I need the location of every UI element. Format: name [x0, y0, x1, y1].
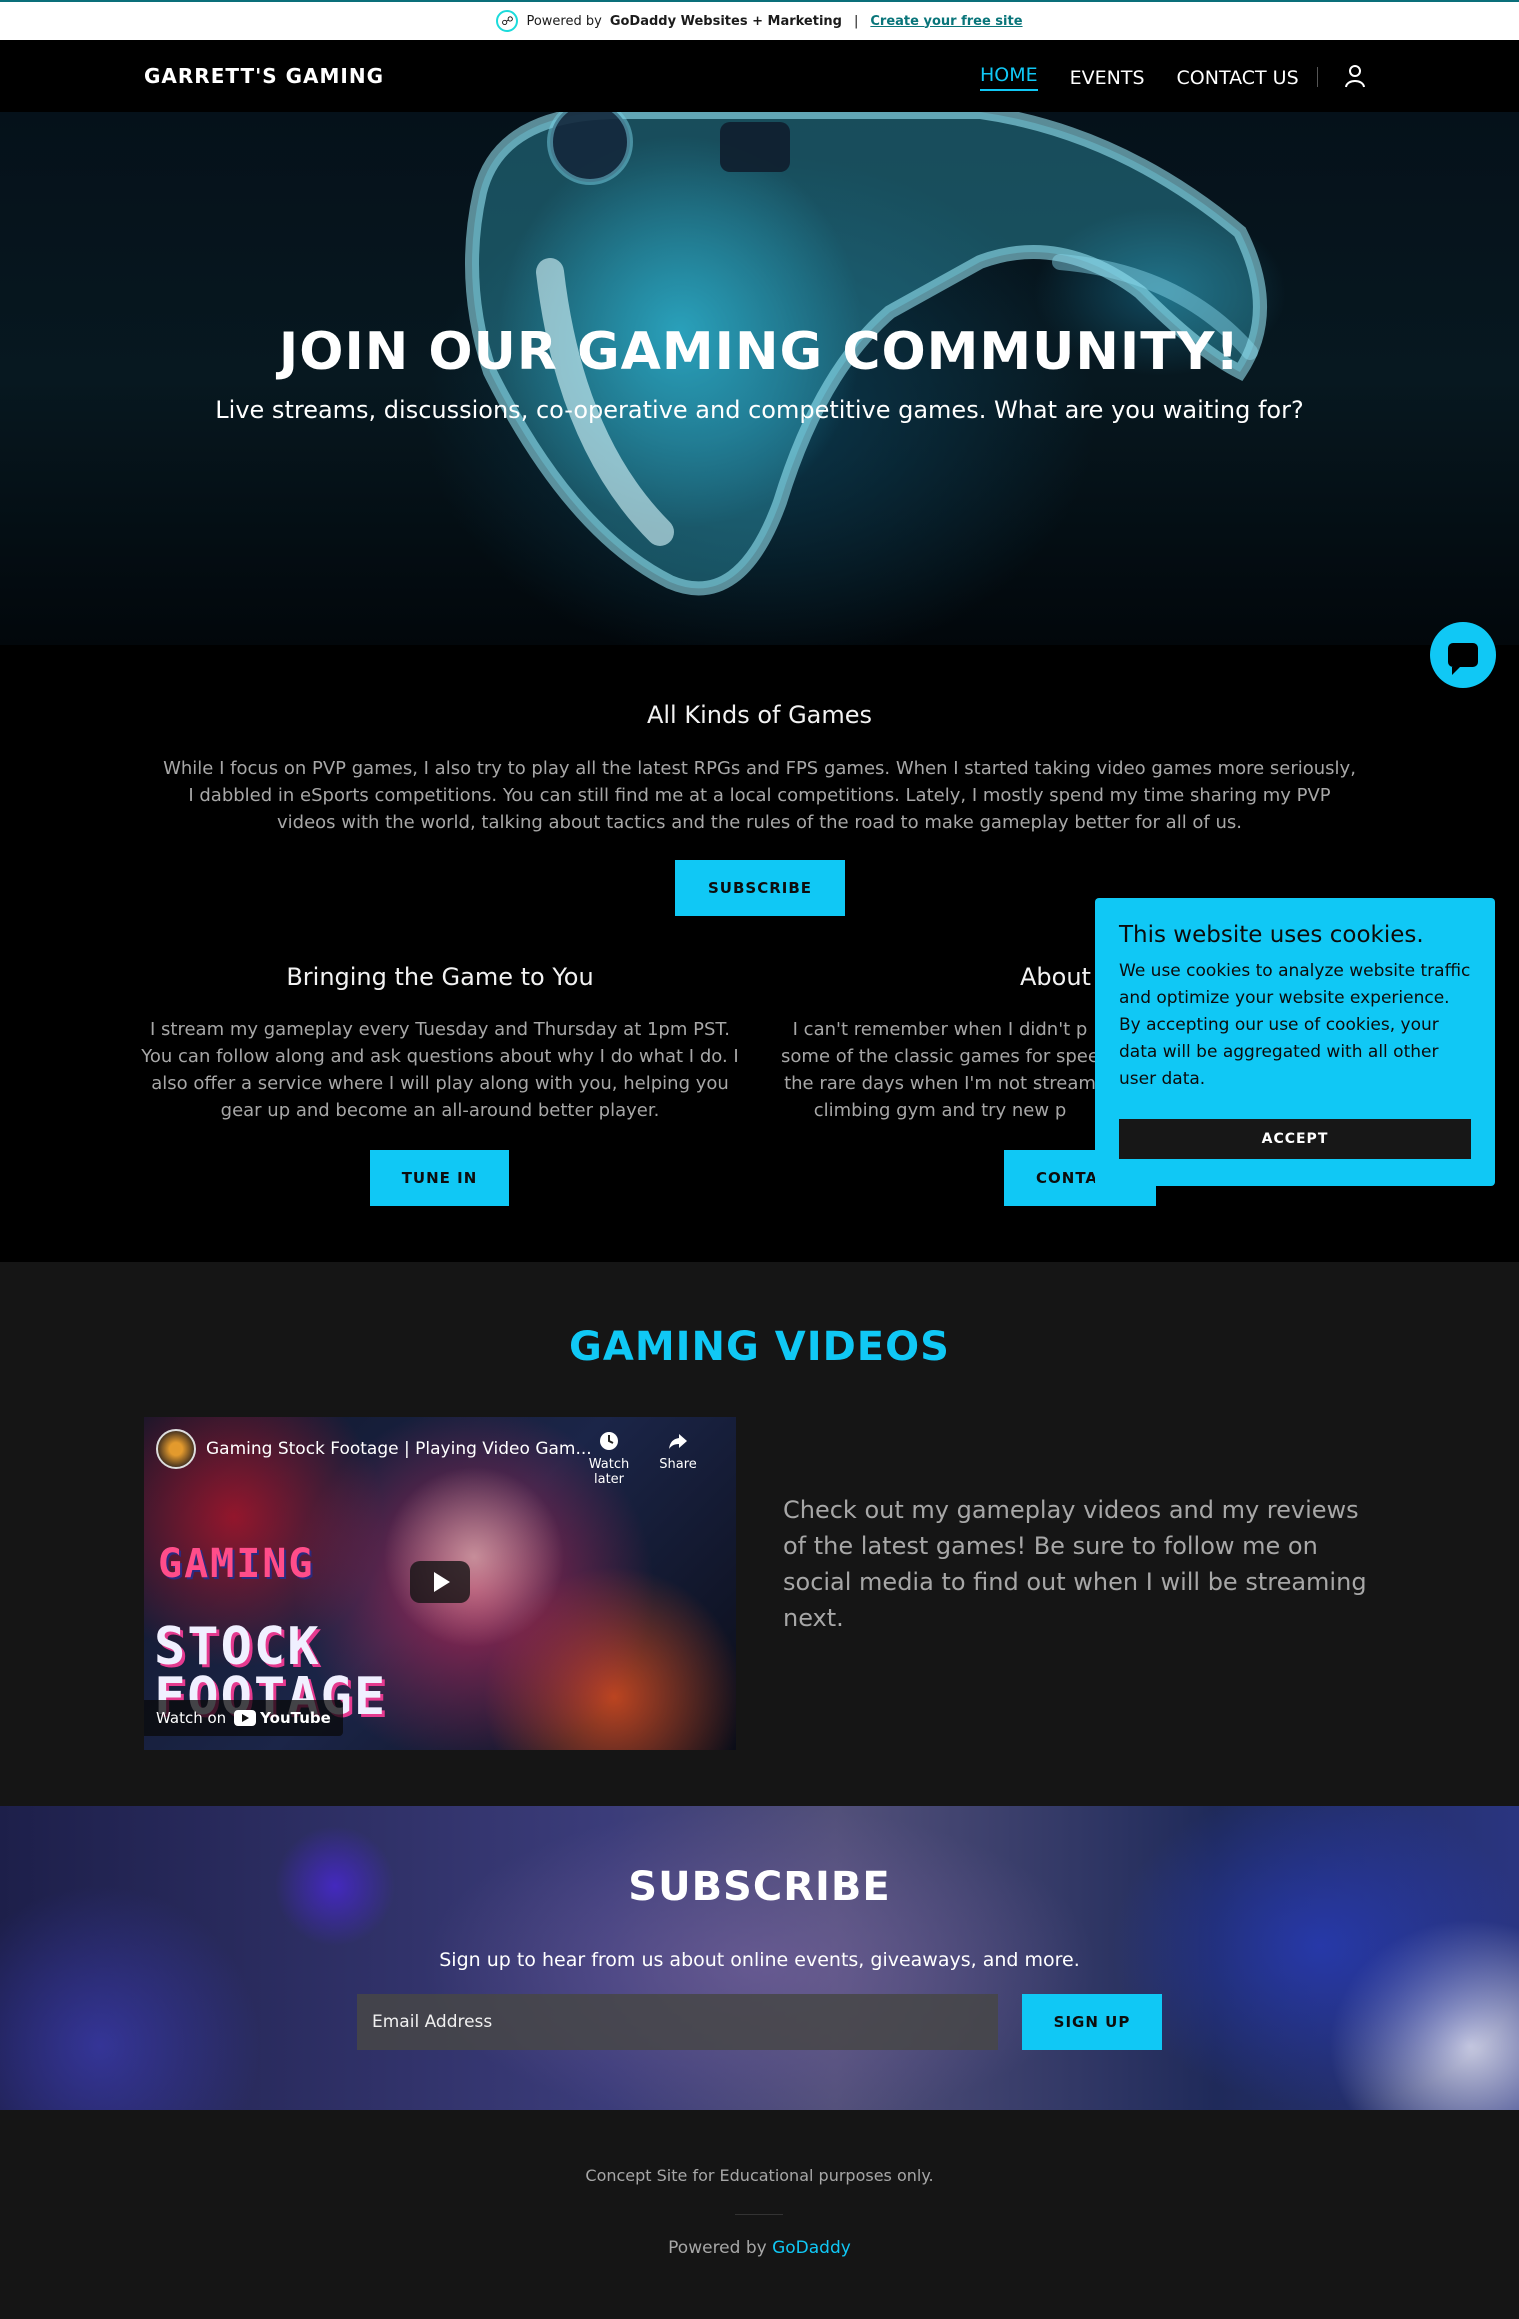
promo-prefix: Powered by — [526, 13, 602, 29]
powered-prefix: Powered by — [668, 2238, 767, 2258]
accept-cookies-button[interactable]: ACCEPT — [1119, 1119, 1471, 1159]
watch-on-label: Watch on — [156, 1709, 227, 1727]
promo-separator: | — [853, 13, 859, 29]
watch-later-label: Watch later — [588, 1457, 630, 1487]
hero-subtitle: Live streams, discussions, co-operative … — [215, 396, 1304, 424]
videos-heading: GAMING VIDEOS — [569, 1324, 950, 1370]
hero-section: JOIN OUR GAMING COMMUNITY! Live streams,… — [0, 112, 1519, 645]
cookie-title: This website uses cookies. — [1119, 922, 1424, 948]
cookie-text: We use cookies to analyze website traffi… — [1119, 961, 1471, 1089]
footer-divider — [735, 2214, 783, 2215]
nav-divider — [1317, 67, 1318, 87]
subscribe-button[interactable]: SUBSCRIBE — [675, 860, 845, 916]
godaddy-link[interactable]: GoDaddy — [772, 2238, 851, 2258]
chat-button[interactable] — [1430, 622, 1496, 688]
about-text: While I focus on PVP games, I also try t… — [163, 758, 1356, 833]
column-1-text: I stream my gameplay every Tuesday and T… — [141, 1019, 739, 1121]
share-label: Share — [659, 1457, 697, 1472]
footer: Concept Site for Educational purposes on… — [0, 2110, 1519, 2319]
channel-avatar[interactable] — [156, 1429, 196, 1469]
godaddy-logo-icon: ☍ — [496, 10, 519, 32]
footer-powered-by: Powered by GoDaddy — [0, 2238, 1519, 2258]
videos-description: Check out my gameplay videos and my revi… — [783, 1496, 1367, 1632]
watch-on-youtube-button[interactable]: Watch on YouTube — [144, 1700, 343, 1736]
youtube-embed[interactable]: Gaming Stock Footage | Playing Video Gam… — [144, 1417, 736, 1750]
nav-events[interactable]: EVENTS — [1070, 67, 1145, 89]
subscribe-section: SUBSCRIBE Sign up to hear from us about … — [0, 1806, 1519, 2110]
chat-bubble-icon — [1448, 643, 1478, 675]
share-icon — [669, 1434, 687, 1449]
subscribe-heading: SUBSCRIBE — [628, 1864, 891, 1910]
cookie-banner: This website uses cookies. We use cookie… — [1095, 898, 1495, 1186]
youtube-logo-icon: YouTube — [234, 1709, 331, 1727]
column-2-text: I can't remember when I didn't p some of… — [781, 1019, 1099, 1121]
hero-title: JOIN OUR GAMING COMMUNITY! — [278, 322, 1241, 382]
nav-home[interactable]: HOME — [980, 64, 1038, 91]
clock-icon — [600, 1432, 618, 1450]
email-field[interactable] — [357, 1994, 998, 2050]
footer-note: Concept Site for Educational purposes on… — [585, 2166, 934, 2185]
play-icon[interactable] — [410, 1561, 470, 1603]
promo-brand: GoDaddy Websites + Marketing — [609, 13, 842, 29]
create-site-link[interactable]: Create your free site — [870, 14, 1022, 29]
header-nav: GARRETT'S GAMING HOME EVENTS CONTACT US — [0, 40, 1519, 112]
user-icon[interactable] — [1344, 64, 1366, 88]
column-1-heading: Bringing the Game to You — [286, 963, 594, 991]
nav-contact-us[interactable]: CONTACT US — [1177, 67, 1299, 89]
share-button[interactable]: Share — [643, 1431, 713, 1472]
tune-in-button[interactable]: TUNE IN — [370, 1150, 509, 1206]
promo-bar: ☍ Powered by GoDaddy Websites + Marketin… — [0, 0, 1519, 40]
subscribe-text: Sign up to hear from us about online eve… — [439, 1949, 1080, 1971]
about-heading: All Kinds of Games — [646, 701, 873, 729]
video-title[interactable]: Gaming Stock Footage | Playing Video Gam… — [206, 1439, 592, 1459]
nav-links: HOME EVENTS CONTACT US — [980, 64, 1331, 91]
sign-up-button[interactable]: SIGN UP — [1022, 1994, 1162, 2050]
thumbnail-word-gaming: GAMING — [158, 1541, 315, 1587]
watch-later-button[interactable]: Watch later — [574, 1431, 644, 1487]
videos-section: GAMING VIDEOS Gaming Stock Footage | Pla… — [0, 1262, 1519, 1806]
site-brand[interactable]: GARRETT'S GAMING — [144, 64, 384, 88]
